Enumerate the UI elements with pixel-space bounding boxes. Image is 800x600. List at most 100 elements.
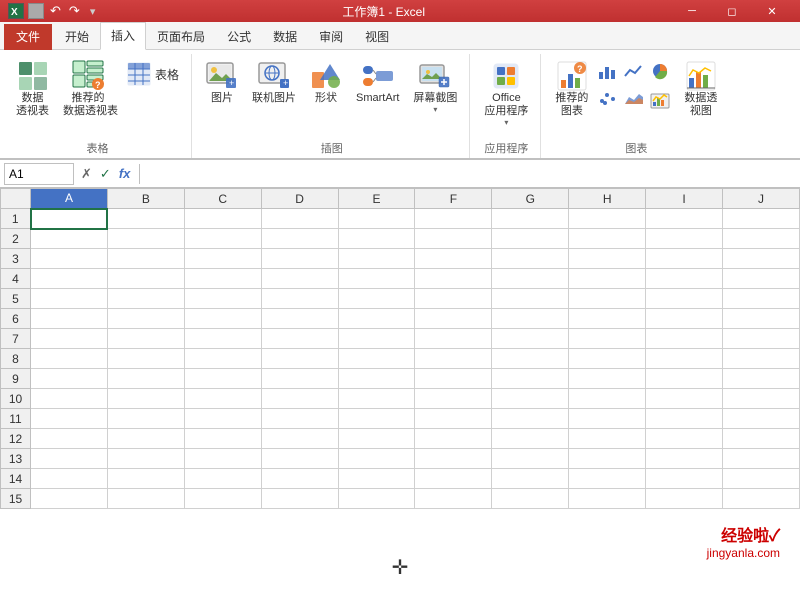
cell-I4[interactable] — [646, 269, 723, 289]
cell-H2[interactable] — [569, 229, 646, 249]
row-header-9[interactable]: 9 — [1, 369, 31, 389]
cell-J14[interactable] — [723, 469, 800, 489]
cell-F12[interactable] — [415, 429, 492, 449]
cell-B6[interactable] — [107, 309, 184, 329]
undo-button[interactable]: ↶ — [48, 3, 63, 19]
tab-insert[interactable]: 插入 — [100, 22, 146, 50]
redo-button[interactable]: ↷ — [67, 3, 82, 19]
cell-J15[interactable] — [723, 489, 800, 509]
cell-H12[interactable] — [569, 429, 646, 449]
pivot-table-button[interactable]: 数据透视表 — [12, 58, 53, 120]
cell-A3[interactable] — [31, 249, 108, 269]
cell-D2[interactable] — [261, 229, 338, 249]
tab-view[interactable]: 视图 — [354, 23, 400, 50]
cell-H3[interactable] — [569, 249, 646, 269]
cell-A11[interactable] — [31, 409, 108, 429]
scatter-chart-button[interactable] — [596, 87, 620, 112]
smartart-button[interactable]: SmartArt — [352, 58, 403, 107]
cell-I11[interactable] — [646, 409, 723, 429]
cell-E10[interactable] — [338, 389, 415, 409]
cell-D3[interactable] — [261, 249, 338, 269]
row-header-1[interactable]: 1 — [1, 209, 31, 229]
cell-C14[interactable] — [184, 469, 261, 489]
line-chart-button[interactable] — [622, 60, 646, 85]
office-apps-button[interactable]: Office应用程序 ▾ — [480, 58, 532, 129]
cell-D12[interactable] — [261, 429, 338, 449]
cell-B7[interactable] — [107, 329, 184, 349]
cell-I12[interactable] — [646, 429, 723, 449]
cell-E6[interactable] — [338, 309, 415, 329]
cell-reference-box[interactable]: A1 — [4, 163, 74, 185]
bar-chart-button[interactable] — [596, 60, 620, 85]
cell-H14[interactable] — [569, 469, 646, 489]
cell-D5[interactable] — [261, 289, 338, 309]
cell-F10[interactable] — [415, 389, 492, 409]
cell-F5[interactable] — [415, 289, 492, 309]
cell-G11[interactable] — [492, 409, 569, 429]
cell-C1[interactable] — [184, 209, 261, 229]
cell-J13[interactable] — [723, 449, 800, 469]
cell-D7[interactable] — [261, 329, 338, 349]
col-header-h[interactable]: H — [569, 189, 646, 209]
cell-G5[interactable] — [492, 289, 569, 309]
cell-B4[interactable] — [107, 269, 184, 289]
row-header-14[interactable]: 14 — [1, 469, 31, 489]
cell-G6[interactable] — [492, 309, 569, 329]
cell-F4[interactable] — [415, 269, 492, 289]
cell-J12[interactable] — [723, 429, 800, 449]
cell-A1[interactable] — [31, 209, 108, 229]
minimize-button[interactable]: ─ — [672, 0, 712, 22]
col-header-a[interactable]: A — [31, 189, 108, 209]
restore-button[interactable]: ◻ — [712, 0, 752, 22]
cell-H1[interactable] — [569, 209, 646, 229]
cell-E11[interactable] — [338, 409, 415, 429]
cell-I3[interactable] — [646, 249, 723, 269]
cell-I8[interactable] — [646, 349, 723, 369]
formula-function-button[interactable]: fx — [116, 166, 134, 181]
cell-B14[interactable] — [107, 469, 184, 489]
row-header-7[interactable]: 7 — [1, 329, 31, 349]
cell-F14[interactable] — [415, 469, 492, 489]
recommend-pivot-button[interactable]: ? 推荐的数据透视表 — [59, 58, 117, 120]
area-chart-button[interactable] — [622, 87, 646, 112]
cell-I6[interactable] — [646, 309, 723, 329]
cell-J1[interactable] — [723, 209, 800, 229]
cell-D11[interactable] — [261, 409, 338, 429]
cell-I15[interactable] — [646, 489, 723, 509]
pie-chart-button[interactable] — [648, 60, 672, 85]
tab-home[interactable]: 开始 — [54, 23, 100, 50]
cell-I2[interactable] — [646, 229, 723, 249]
cell-H13[interactable] — [569, 449, 646, 469]
cell-C4[interactable] — [184, 269, 261, 289]
cell-J4[interactable] — [723, 269, 800, 289]
cell-E12[interactable] — [338, 429, 415, 449]
cell-G1[interactable] — [492, 209, 569, 229]
cell-J7[interactable] — [723, 329, 800, 349]
cell-E9[interactable] — [338, 369, 415, 389]
cell-C12[interactable] — [184, 429, 261, 449]
cell-C11[interactable] — [184, 409, 261, 429]
cell-C9[interactable] — [184, 369, 261, 389]
cell-E1[interactable] — [338, 209, 415, 229]
cell-C13[interactable] — [184, 449, 261, 469]
cell-H4[interactable] — [569, 269, 646, 289]
cell-E14[interactable] — [338, 469, 415, 489]
cell-G10[interactable] — [492, 389, 569, 409]
formula-cancel-button[interactable]: ✗ — [78, 166, 95, 182]
cell-E3[interactable] — [338, 249, 415, 269]
cell-C2[interactable] — [184, 229, 261, 249]
cell-D14[interactable] — [261, 469, 338, 489]
row-header-12[interactable]: 12 — [1, 429, 31, 449]
cell-B5[interactable] — [107, 289, 184, 309]
cell-C8[interactable] — [184, 349, 261, 369]
cell-J10[interactable] — [723, 389, 800, 409]
cell-E15[interactable] — [338, 489, 415, 509]
cell-J3[interactable] — [723, 249, 800, 269]
tab-formulas[interactable]: 公式 — [216, 23, 262, 50]
row-header-4[interactable]: 4 — [1, 269, 31, 289]
col-header-g[interactable]: G — [492, 189, 569, 209]
cell-F3[interactable] — [415, 249, 492, 269]
row-header-8[interactable]: 8 — [1, 349, 31, 369]
cell-D8[interactable] — [261, 349, 338, 369]
formula-input[interactable] — [146, 163, 796, 185]
